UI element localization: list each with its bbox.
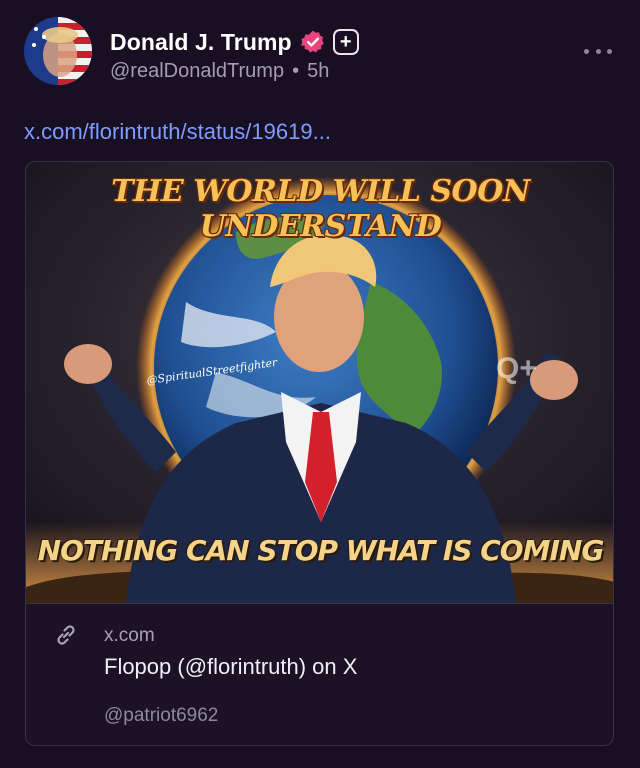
- post-link[interactable]: x.com/florintruth/status/19619...: [24, 119, 331, 145]
- image-caption-bottom: NOTHING CAN STOP WHAT IS COMING: [37, 534, 605, 567]
- name-row: Donald J. Trump +: [110, 27, 359, 57]
- card-handle: @patriot6962: [104, 705, 219, 726]
- verified-badge-icon: [300, 30, 324, 53]
- meta-row: @realDonaldTrump • 5h: [110, 60, 329, 83]
- image-caption-top: THE WORLD WILL SOON UNDERSTAND: [111, 174, 530, 244]
- link-icon: [57, 625, 75, 645]
- user-handle[interactable]: @realDonaldTrump: [110, 60, 284, 83]
- card-image[interactable]: THE WORLD WILL SOON UNDERSTAND @Spiritua…: [26, 162, 613, 603]
- follow-button[interactable]: +: [332, 29, 359, 55]
- post-header: Donald J. Trump + @realDonaldTrump • 5h: [0, 0, 640, 100]
- card-domain: x.com: [104, 625, 155, 646]
- display-name[interactable]: Donald J. Trump: [110, 29, 292, 56]
- card-title[interactable]: Flopop (@florintruth) on X: [104, 654, 357, 680]
- plus-icon: +: [339, 31, 352, 53]
- more-horizontal-icon[interactable]: [584, 46, 612, 56]
- image-logo: Q+: [496, 352, 537, 385]
- link-preview-card[interactable]: THE WORLD WILL SOON UNDERSTAND @Spiritua…: [25, 161, 614, 746]
- avatar[interactable]: [24, 17, 92, 85]
- post-timestamp[interactable]: 5h: [307, 60, 329, 83]
- meta-separator: •: [292, 60, 300, 82]
